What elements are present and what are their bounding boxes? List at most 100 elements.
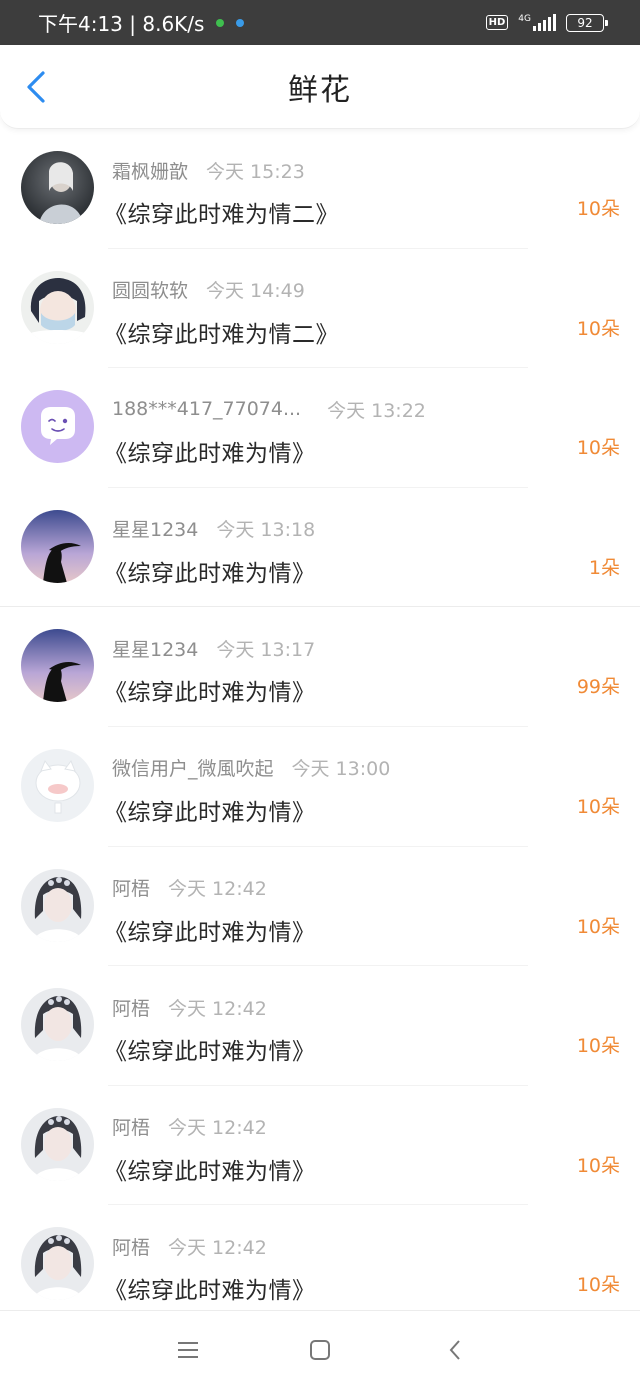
flower-amount: 10朵 bbox=[576, 915, 620, 938]
item-meta: 阿梧 今天 12:42 bbox=[112, 1114, 620, 1140]
back-button[interactable] bbox=[18, 69, 54, 105]
book-title[interactable]: 《综穿此时难为情》 bbox=[104, 793, 620, 827]
battery-icon: 92 bbox=[566, 13, 608, 32]
item-body: 阿梧 今天 12:42 《综穿此时难为情》 bbox=[104, 1114, 620, 1186]
username[interactable]: 圆圆软软 bbox=[112, 276, 188, 303]
book-title[interactable]: 《综穿此时难为情》 bbox=[104, 554, 620, 588]
item-meta: 阿梧 今天 12:42 bbox=[112, 1233, 620, 1259]
flower-amount: 10朵 bbox=[576, 198, 620, 220]
system-back-button[interactable] bbox=[440, 1335, 470, 1365]
hd-icon: HD bbox=[485, 15, 509, 30]
book-title[interactable]: 《综穿此时难为情》 bbox=[104, 1271, 620, 1305]
flower-amount: 1朵 bbox=[588, 556, 620, 579]
list-item[interactable]: 188***417_77074... 今天 13:22 《综穿此时难为情》 10… bbox=[0, 368, 640, 488]
timestamp: 今天 15:23 bbox=[206, 160, 305, 183]
username[interactable]: 阿梧 bbox=[112, 1113, 150, 1140]
flower-amount: 99朵 bbox=[576, 676, 620, 699]
book-title[interactable]: 《综穿此时难为情二》 bbox=[104, 195, 620, 229]
item-body: 阿梧 今天 12:42 《综穿此时难为情》 bbox=[104, 994, 620, 1066]
book-title[interactable]: 《综穿此时难为情》 bbox=[104, 673, 620, 707]
item-body: 星星1234 今天 13:18 《综穿此时难为情》 bbox=[104, 516, 620, 588]
timestamp: 今天 13:18 bbox=[216, 519, 316, 542]
status-time-speed: 下午4:13 | 8.6K/s bbox=[38, 12, 205, 36]
item-body: 微信用户_微風吹起 今天 13:00 《综穿此时难为情》 bbox=[104, 755, 620, 827]
item-meta: 微信用户_微風吹起 今天 13:00 bbox=[112, 755, 620, 781]
signal-bars-icon bbox=[533, 13, 556, 31]
menu-icon bbox=[178, 1342, 198, 1358]
username[interactable]: 霜枫姗歆 bbox=[112, 157, 188, 184]
back-triangle-icon bbox=[449, 1340, 460, 1360]
item-body: 阿梧 今天 12:42 《综穿此时难为情》 bbox=[104, 875, 620, 947]
list-item[interactable]: 阿梧 今天 12:42 《综穿此时难为情》 10朵 bbox=[0, 847, 640, 967]
timestamp: 今天 12:42 bbox=[168, 1236, 267, 1259]
status-right: HD 4G 92 bbox=[485, 13, 608, 32]
status-left: 下午4:13 | 8.6K/s bbox=[38, 8, 245, 37]
flower-list: 霜枫姗歆 今天 15:23 《综穿此时难为情二》 10朵 圆圆软软 今天 14:… bbox=[0, 129, 640, 1325]
chevron-left-icon bbox=[27, 71, 45, 103]
username[interactable]: 188***417_77074... bbox=[112, 398, 301, 420]
avatar[interactable] bbox=[21, 1227, 94, 1301]
item-meta: 阿梧 今天 12:42 bbox=[112, 875, 620, 901]
status-bar: 下午4:13 | 8.6K/s HD 4G 92 bbox=[0, 0, 640, 45]
home-button[interactable] bbox=[305, 1335, 335, 1365]
nav-bar: 鲜花 bbox=[0, 45, 640, 129]
page-title: 鲜花 bbox=[288, 72, 352, 108]
username[interactable]: 星星1234 bbox=[112, 635, 198, 662]
cellular-signal: 4G bbox=[518, 13, 556, 31]
list-item[interactable]: 星星1234 今天 13:17 《综穿此时难为情》 99朵 bbox=[0, 607, 640, 727]
list-item[interactable]: 霜枫姗歆 今天 15:23 《综穿此时难为情二》 10朵 bbox=[0, 129, 640, 249]
item-body: 霜枫姗歆 今天 15:23 《综穿此时难为情二》 bbox=[104, 157, 620, 229]
item-meta: 霜枫姗歆 今天 15:23 bbox=[112, 157, 620, 183]
avatar[interactable] bbox=[21, 509, 94, 583]
item-body: 圆圆软软 今天 14:49 《综穿此时难为情二》 bbox=[104, 277, 620, 349]
book-title[interactable]: 《综穿此时难为情》 bbox=[104, 434, 620, 468]
list-item[interactable]: 阿梧 今天 12:42 《综穿此时难为情》 10朵 bbox=[0, 1205, 640, 1325]
username[interactable]: 阿梧 bbox=[112, 874, 150, 901]
list-item[interactable]: 星星1234 今天 13:18 《综穿此时难为情》 1朵 bbox=[0, 488, 640, 608]
timestamp: 今天 13:22 bbox=[327, 399, 426, 422]
network-type: 4G bbox=[518, 13, 531, 24]
book-title[interactable]: 《综穿此时难为情》 bbox=[104, 913, 620, 947]
list-item[interactable]: 阿梧 今天 12:42 《综穿此时难为情》 10朵 bbox=[0, 1086, 640, 1206]
avatar[interactable] bbox=[21, 151, 94, 224]
list-item[interactable]: 微信用户_微風吹起 今天 13:00 《综穿此时难为情》 10朵 bbox=[0, 727, 640, 847]
timestamp: 今天 14:49 bbox=[206, 280, 305, 303]
flower-amount: 10朵 bbox=[576, 1035, 620, 1058]
avatar[interactable] bbox=[21, 748, 94, 822]
list-item[interactable]: 阿梧 今天 12:42 《综穿此时难为情》 10朵 bbox=[0, 966, 640, 1086]
item-meta: 星星1234 今天 13:18 bbox=[112, 516, 620, 542]
item-meta: 188***417_77074... 今天 13:22 bbox=[112, 396, 620, 422]
avatar[interactable] bbox=[21, 1107, 94, 1181]
item-meta: 圆圆软软 今天 14:49 bbox=[112, 277, 620, 303]
book-title[interactable]: 《综穿此时难为情》 bbox=[104, 1152, 620, 1186]
flower-amount: 10朵 bbox=[576, 795, 620, 818]
item-body: 188***417_77074... 今天 13:22 《综穿此时难为情》 bbox=[104, 396, 620, 468]
timestamp: 今天 12:42 bbox=[168, 878, 267, 901]
timestamp: 今天 12:42 bbox=[168, 997, 267, 1020]
flower-amount: 10朵 bbox=[576, 437, 620, 460]
avatar[interactable] bbox=[21, 629, 94, 703]
username[interactable]: 微信用户_微風吹起 bbox=[112, 754, 274, 781]
item-body: 星星1234 今天 13:17 《综穿此时难为情》 bbox=[104, 635, 620, 707]
avatar[interactable] bbox=[21, 270, 94, 344]
flower-amount: 10朵 bbox=[576, 1154, 620, 1177]
notification-dot-green-icon bbox=[216, 18, 225, 27]
avatar[interactable] bbox=[21, 868, 94, 942]
timestamp: 今天 13:00 bbox=[291, 758, 391, 781]
menu-button[interactable] bbox=[173, 1335, 203, 1365]
timestamp: 今天 13:17 bbox=[216, 638, 316, 661]
item-body: 阿梧 今天 12:42 《综穿此时难为情》 bbox=[104, 1233, 620, 1305]
list-item[interactable]: 圆圆软软 今天 14:49 《综穿此时难为情二》 10朵 bbox=[0, 249, 640, 369]
book-title[interactable]: 《综穿此时难为情》 bbox=[104, 1032, 620, 1066]
username[interactable]: 阿梧 bbox=[112, 1233, 150, 1260]
system-nav-bar bbox=[0, 1310, 640, 1387]
username[interactable]: 阿梧 bbox=[112, 994, 150, 1021]
avatar[interactable] bbox=[21, 390, 94, 464]
username[interactable]: 星星1234 bbox=[112, 515, 198, 542]
item-meta: 星星1234 今天 13:17 bbox=[112, 635, 620, 661]
battery-level: 92 bbox=[577, 15, 593, 30]
home-square-icon bbox=[310, 1340, 330, 1360]
flower-amount: 10朵 bbox=[576, 1274, 620, 1297]
avatar[interactable] bbox=[21, 988, 94, 1062]
book-title[interactable]: 《综穿此时难为情二》 bbox=[104, 315, 620, 349]
